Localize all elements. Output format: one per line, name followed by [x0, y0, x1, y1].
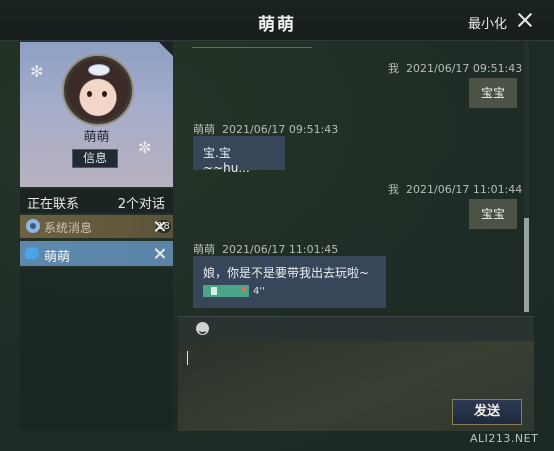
voice-message[interactable]: 4'' [203, 285, 376, 297]
message-sender: 我 [388, 62, 399, 75]
conversation-count: 2个对话 [117, 197, 165, 212]
message-meta: 我 2021/06/17 11:01:44 [388, 181, 522, 197]
avatar-eye [102, 91, 107, 97]
minimize-button[interactable]: 最小化 [468, 13, 507, 32]
message-sender: 萌萌 [193, 123, 215, 136]
contact-row-system-messages[interactable]: 系统消息 18 [20, 215, 173, 238]
message-history: 我 2021/06/17 09:51:43 宝宝 萌萌 2021/06/17 0… [178, 42, 534, 314]
message-bubble-other: 娘，你是不是要带我出去玩啦~ 4'' [193, 256, 386, 308]
message-meta: 萌萌 2021/06/17 11:01:45 [193, 241, 338, 257]
title-bar: 萌萌 最小化 [0, 0, 554, 41]
speaker-icon [211, 287, 217, 295]
close-conversation-icon[interactable] [154, 221, 165, 232]
emoji-icon[interactable] [196, 322, 209, 335]
contact-row-label: 系统消息 [44, 221, 93, 235]
dandelion-decoration: ✻ [30, 62, 44, 81]
profile-name: 萌萌 [83, 130, 110, 145]
chat-window: 萌萌 最小化 ✻ ✼ 萌萌 信息 正在联系 2个对话 系统消息 18 萌萌 我 [0, 0, 554, 451]
conversation-list-empty-area [20, 268, 173, 430]
message-time: 2021/06/17 11:01:45 [222, 243, 339, 256]
message-bubble-self: 宝宝 [469, 199, 517, 229]
message-meta: 我 2021/06/17 09:51:43 [388, 60, 522, 76]
avatar-eye [87, 91, 92, 97]
contacts-header: 正在联系 2个对话 [20, 189, 173, 213]
composer-toolbar [178, 316, 534, 341]
send-button[interactable]: 发送 [452, 399, 522, 425]
message-time: 2021/06/17 09:51:43 [222, 123, 339, 136]
message-text: 娘，你是不是要带我出去玩啦~ [203, 266, 370, 280]
info-button[interactable]: 信息 [72, 149, 118, 168]
unread-dot [242, 287, 246, 291]
voice-duration: 4'' [253, 286, 265, 297]
divider [192, 47, 312, 48]
scrollbar-thumb[interactable] [524, 218, 529, 312]
close-icon[interactable] [516, 11, 534, 29]
gear-icon [26, 219, 40, 233]
message-bubble-self: 宝宝 [469, 78, 517, 108]
message-meta: 萌萌 2021/06/17 09:51:43 [193, 121, 338, 137]
message-bubble-other: 宝.宝~~hu... [193, 136, 285, 175]
profile-card: ✻ ✼ 萌萌 信息 [20, 42, 173, 187]
avatar-hair-bow [89, 65, 109, 75]
text-caret [187, 351, 188, 365]
watermark: ALI213.NET [470, 432, 539, 445]
message-time: 2021/06/17 11:01:44 [406, 183, 523, 196]
close-conversation-icon[interactable] [154, 248, 165, 259]
message-sender: 我 [388, 183, 399, 196]
profile-corner-fold [159, 42, 173, 56]
avatar[interactable] [64, 56, 132, 124]
contacts-header-label: 正在联系 [27, 197, 80, 212]
voice-bar [203, 285, 249, 297]
message-time: 2021/06/17 09:51:43 [406, 62, 523, 75]
chat-bubble-icon [25, 247, 39, 259]
contact-row-mengmeng[interactable]: 萌萌 [20, 241, 173, 266]
message-sender: 萌萌 [193, 243, 215, 256]
contact-row-label: 萌萌 [44, 250, 71, 265]
